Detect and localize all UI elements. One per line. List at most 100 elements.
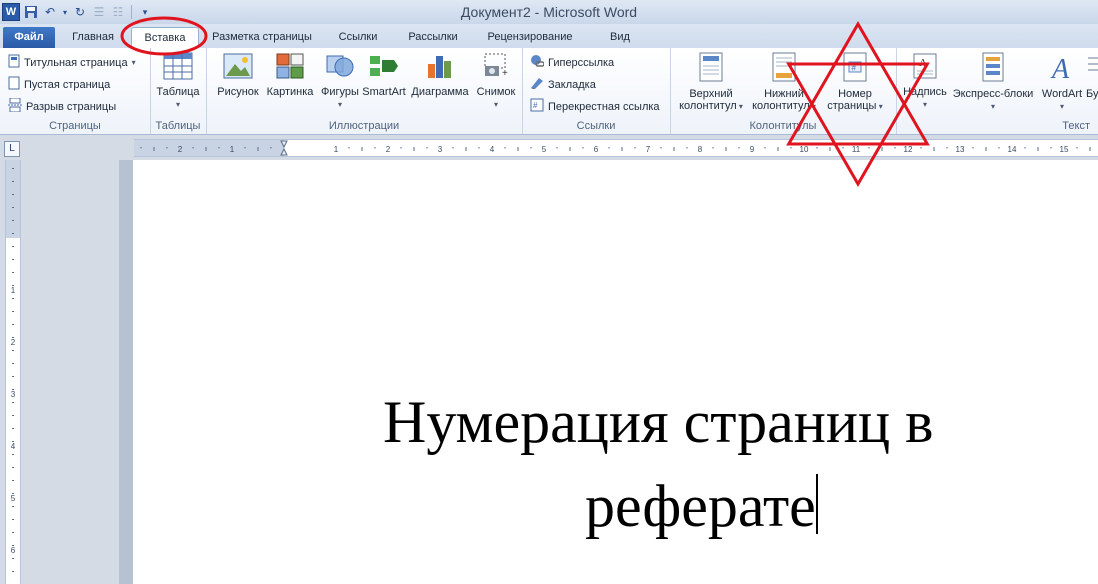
shapes-label: Фигуры <box>321 86 359 98</box>
ruler-tick <box>12 233 14 234</box>
shapes-icon <box>316 52 364 83</box>
group-illustrations-label: Иллюстрации <box>328 120 400 132</box>
shapes-button[interactable]: Фигуры ▾ <box>316 52 364 111</box>
header-label-2: колонтитул <box>679 100 737 112</box>
ruler-tick <box>12 532 14 533</box>
ruler-left-margin <box>134 140 284 156</box>
tab-home[interactable]: Главная <box>62 27 124 48</box>
ruler-tick <box>153 147 155 151</box>
document-heading[interactable]: Нумерация страниц в реферате <box>133 380 1098 548</box>
footer-label-2: колонтитул <box>752 100 810 112</box>
ruler-tick <box>660 147 662 149</box>
table-button[interactable]: Таблица ▾ <box>156 52 200 111</box>
hyperlink-label: Гиперссылка <box>548 56 615 69</box>
tab-view[interactable]: Вид <box>600 27 640 48</box>
chart-label: Диаграмма <box>411 86 469 98</box>
ruler-label: 5 <box>11 494 16 503</box>
ruler-label: 2 <box>178 145 183 154</box>
header-button[interactable]: Верхний колонтитул ▾ <box>678 52 744 113</box>
ruler-tick <box>12 519 14 520</box>
chevron-down-icon: ▾ <box>876 102 883 111</box>
page-number-icon: # <box>822 52 888 85</box>
svg-text:#: # <box>852 64 857 73</box>
ruler-label: 8 <box>698 145 703 154</box>
ruler-tick <box>12 285 14 286</box>
group-illustrations: Рисунок Картинка Фигуры ▾ SmartArt Диагр… <box>206 48 523 134</box>
ruler-tick <box>504 147 506 149</box>
chevron-down-icon: ▾ <box>1059 102 1064 111</box>
ruler-tick <box>257 147 259 151</box>
tab-selector-button[interactable]: L <box>4 141 20 157</box>
text-box-button[interactable]: A Надпись ▾ <box>900 52 950 111</box>
ruler-tick <box>348 147 350 149</box>
ruler-label: 6 <box>11 546 16 555</box>
ruler-tick <box>12 376 14 377</box>
page-break-label: Разрыв страницы <box>26 100 117 113</box>
document-page[interactable]: Нумерация страниц в реферате <box>133 160 1098 584</box>
tab-references[interactable]: Ссылки <box>333 27 383 48</box>
ruler-label: 1 <box>334 145 339 154</box>
ruler-tick <box>569 147 571 151</box>
ruler-label: 14 <box>1008 145 1017 154</box>
tab-page-layout[interactable]: Разметка страницы <box>203 27 321 48</box>
ruler-tick <box>725 147 727 151</box>
smartart-icon <box>360 52 408 83</box>
cover-page-button[interactable]: Титульная страница ▾ <box>8 54 136 71</box>
ruler-tick <box>946 147 948 149</box>
chart-button[interactable]: Диаграмма <box>408 52 472 98</box>
ruler-tick <box>1050 147 1052 149</box>
group-pages: Титульная страница ▾ Пустая страница Раз… <box>0 48 151 134</box>
clip-art-icon <box>262 52 318 83</box>
ruler-tick <box>517 147 519 151</box>
header-label-1: Верхний <box>689 88 733 100</box>
vertical-ruler[interactable]: 1 2 3 4 5 6 <box>5 160 21 584</box>
tab-insert[interactable]: Вставка <box>131 27 199 49</box>
tab-review[interactable]: Рецензирование <box>480 27 580 48</box>
ruler-tick <box>790 147 792 149</box>
ruler-top-margin <box>6 160 20 238</box>
ruler-tick <box>413 147 415 151</box>
quick-parts-button[interactable]: Экспресс-блоки ▾ <box>950 52 1036 113</box>
ruler-label: 1 <box>230 145 235 154</box>
ruler-tick <box>738 147 740 149</box>
ruler-tick <box>12 337 14 338</box>
group-text: A Надпись ▾ Экспресс-блоки ▾ A WordArt ▾… <box>896 48 1098 134</box>
picture-button[interactable]: Рисунок <box>212 52 264 98</box>
cross-reference-button[interactable]: # Перекрестная ссылка <box>530 98 660 115</box>
screenshot-button[interactable]: + Снимок ▾ <box>472 52 520 111</box>
horizontal-ruler[interactable]: 321123456789101112131415 <box>134 139 1098 157</box>
ruler-label: 7 <box>646 145 651 154</box>
bookmark-button[interactable]: Закладка <box>530 76 596 93</box>
ruler-tick <box>12 428 14 429</box>
drop-cap-button[interactable]: Бу <box>1086 52 1098 100</box>
cross-reference-icon: # <box>530 98 544 115</box>
page-break-button[interactable]: Разрыв страницы <box>8 97 117 115</box>
footer-icon <box>750 52 818 85</box>
tab-file[interactable]: Файл <box>3 27 55 48</box>
wordart-button[interactable]: A WordArt ▾ <box>1038 52 1086 113</box>
table-label: Таблица <box>156 86 200 98</box>
ruler-tick <box>777 147 779 151</box>
blank-page-button[interactable]: Пустая страница <box>8 76 110 93</box>
chevron-down-icon: ▾ <box>736 102 743 111</box>
page-number-button[interactable]: # Номер страницы ▾ <box>822 52 888 113</box>
heading-line-2: реферате <box>585 473 816 539</box>
clip-art-button[interactable]: Картинка <box>262 52 318 98</box>
text-box-icon: A <box>900 52 950 83</box>
page-number-label-2: страницы <box>827 100 877 112</box>
ruler-tick <box>686 147 688 149</box>
ruler-label: 4 <box>490 145 495 154</box>
smartart-button[interactable]: SmartArt <box>360 52 408 98</box>
ruler-tick <box>868 147 870 149</box>
hyperlink-button[interactable]: Гиперссылка <box>530 54 614 71</box>
chevron-down-icon: ▾ <box>990 102 995 111</box>
ruler-tick <box>12 480 14 481</box>
ribbon-insert: Титульная страница ▾ Пустая страница Раз… <box>0 48 1098 135</box>
ruler-tick <box>634 147 636 149</box>
ruler-tick <box>166 147 168 149</box>
tab-mailings[interactable]: Рассылки <box>397 27 469 48</box>
ruler-label: 1 <box>11 286 16 295</box>
ruler-label: 2 <box>386 145 391 154</box>
footer-button[interactable]: Нижний колонтитул ▾ <box>750 52 818 113</box>
ruler-tick <box>218 147 220 149</box>
